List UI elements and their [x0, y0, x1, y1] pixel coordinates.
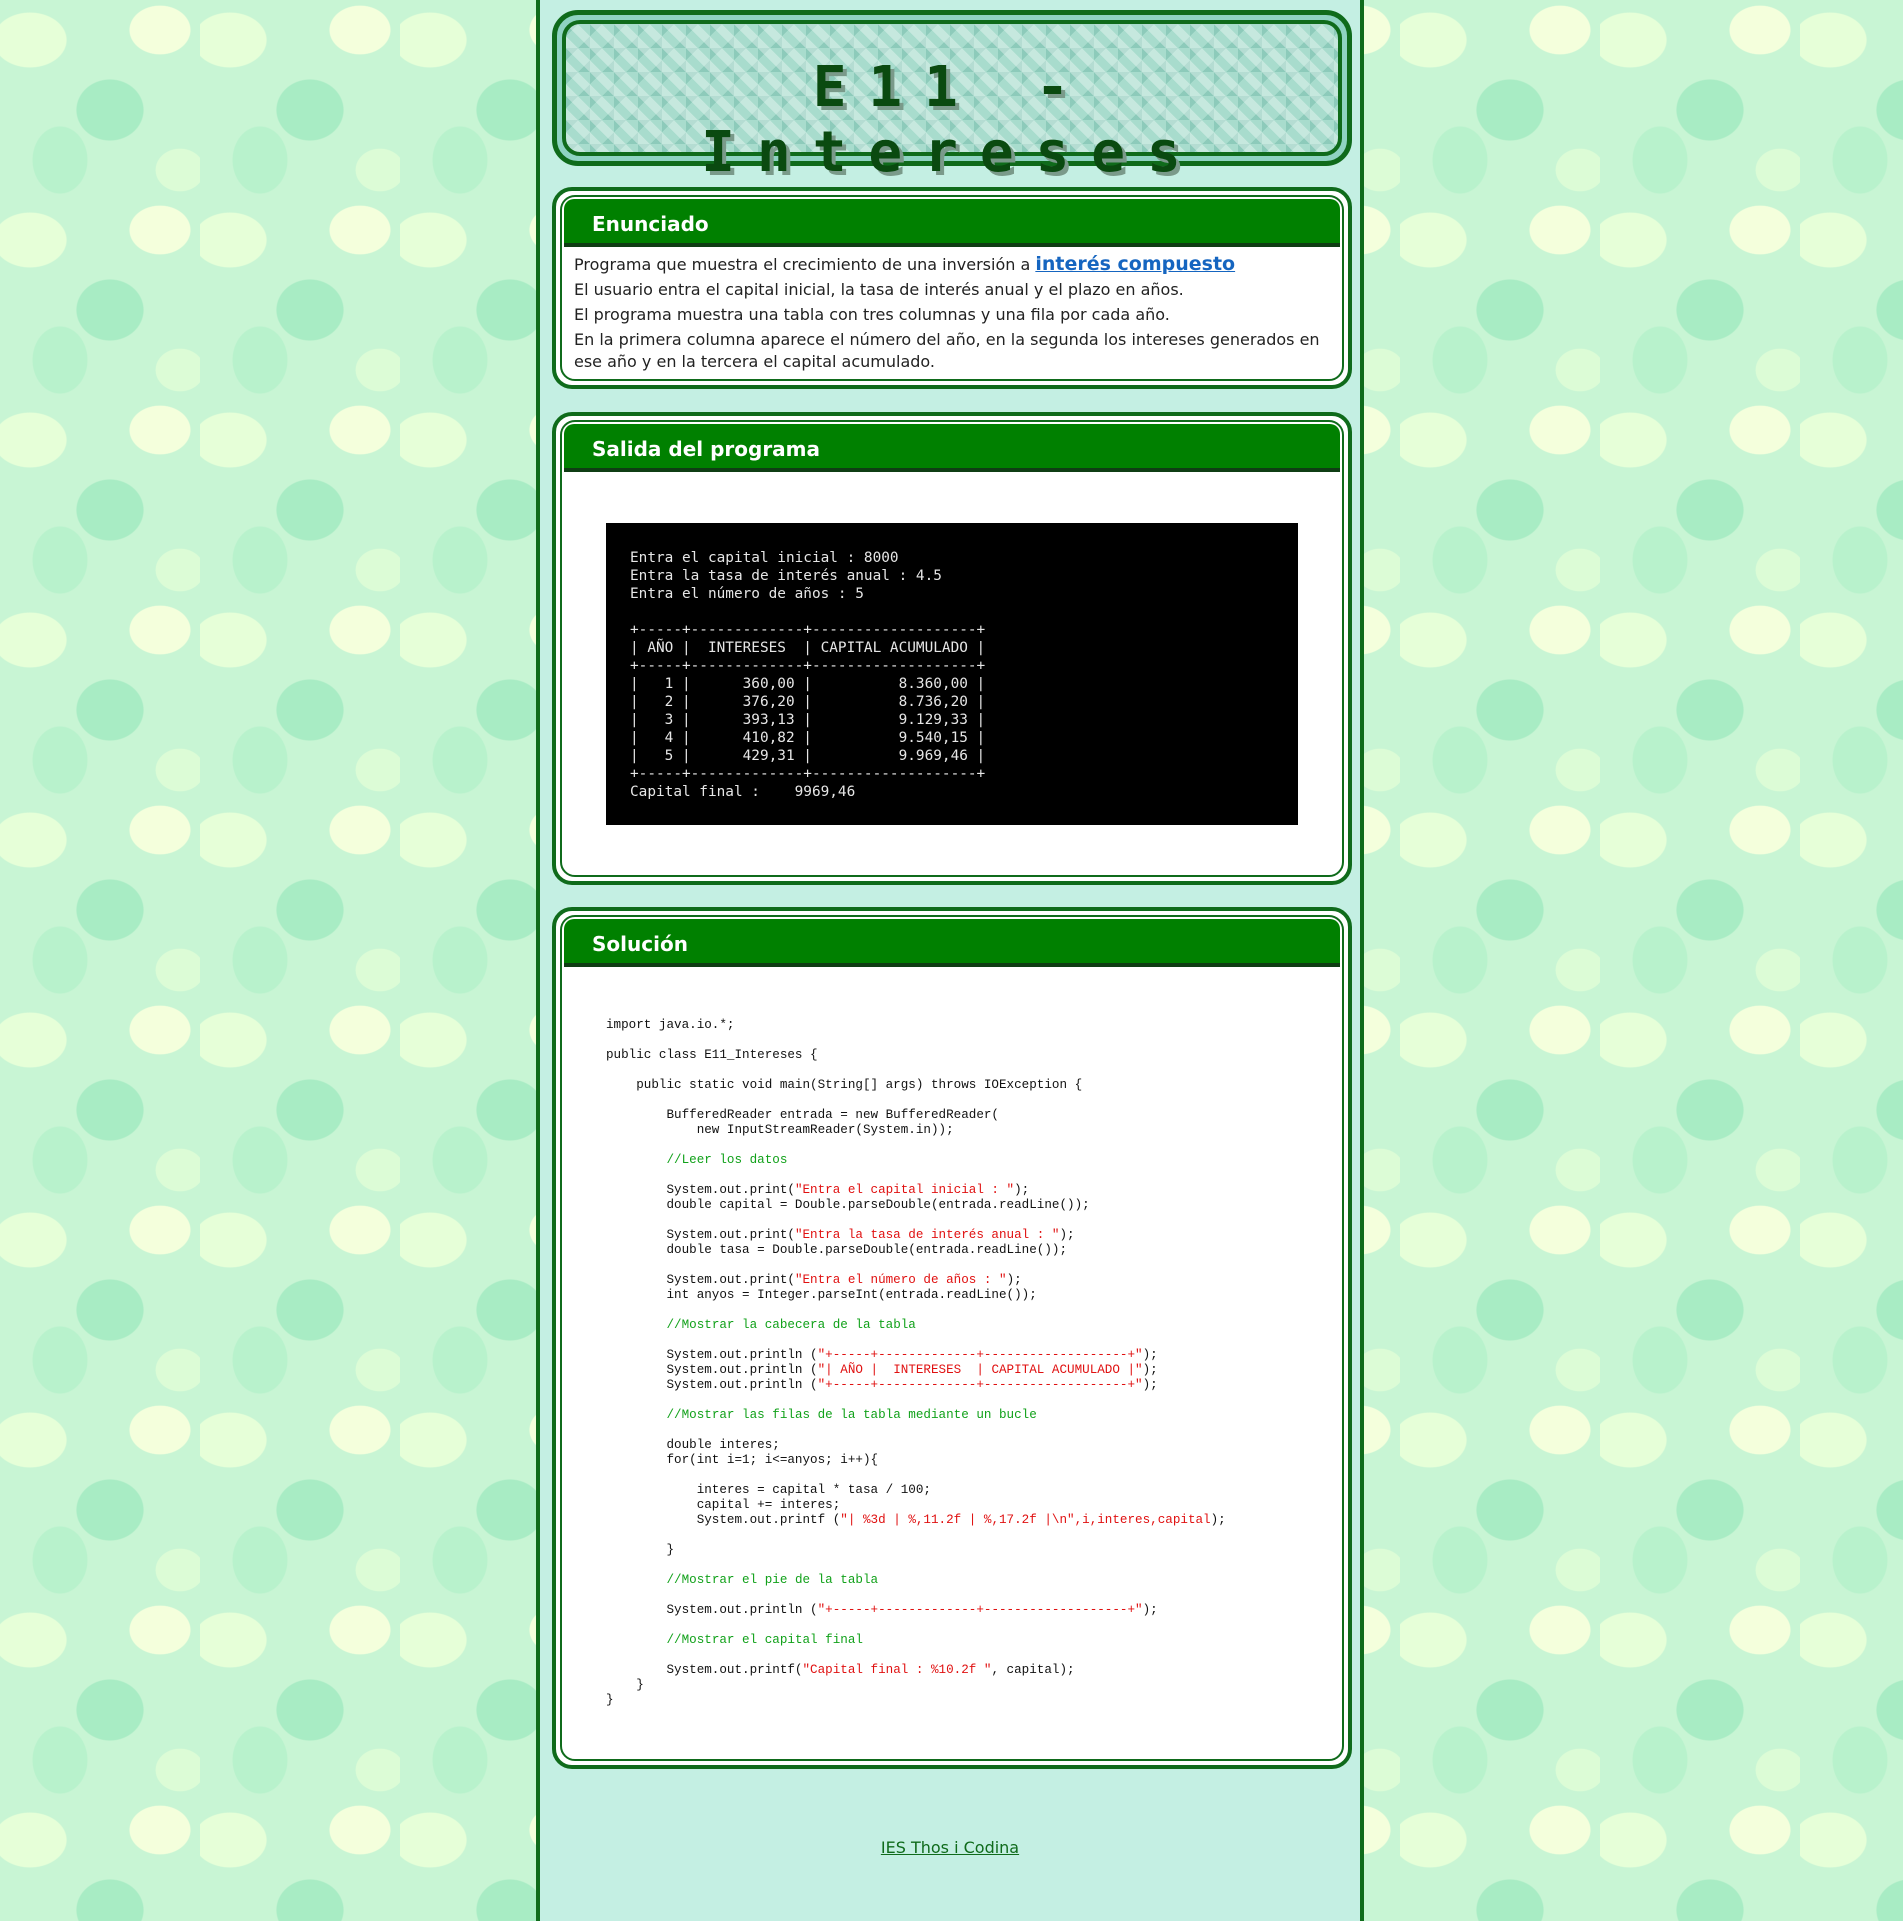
- console-line: Entra el número de años : 5: [630, 586, 864, 602]
- code-line: //Leer los datos: [666, 1153, 788, 1167]
- code-line: System.out.print("Entra el número de año…: [606, 1273, 1022, 1287]
- code-line: System.out.println ("| AÑO | INTERESES |…: [606, 1363, 1158, 1377]
- code-line: //Mostrar el pie de la tabla: [666, 1573, 879, 1587]
- code-line: }: [606, 1693, 614, 1707]
- code-line: }: [606, 1543, 675, 1557]
- console-line: Entra el capital inicial : 8000: [630, 550, 899, 566]
- console-line: | 2 | 376,20 | 8.736,20 |: [630, 694, 986, 710]
- code-line: System.out.print("Entra la tasa de inter…: [606, 1228, 1075, 1242]
- program-output-console: Entra el capital inicial : 8000 Entra la…: [606, 523, 1298, 825]
- solution-code-block: import java.io.*; public class E11_Inter…: [606, 1018, 1226, 1708]
- code-line: //Mostrar las filas de la tabla mediante…: [666, 1408, 1037, 1422]
- code-line: System.out.println ("+-----+------------…: [606, 1348, 1158, 1362]
- code-line: import java.io.*;: [606, 1018, 735, 1032]
- console-line: | 3 | 393,13 | 9.129,33 |: [630, 712, 986, 728]
- page-title: E11 - Intereses: [701, 55, 1203, 185]
- salida-panel: Salida del programa Entra el capital ini…: [552, 412, 1352, 885]
- solucion-panel: Solución import java.io.*; public class …: [552, 907, 1352, 1769]
- code-line: double capital = Double.parseDouble(entr…: [606, 1198, 1090, 1212]
- code-line: double tasa = Double.parseDouble(entrada…: [606, 1243, 1068, 1257]
- enunciado-body: Programa que muestra el crecimiento de u…: [574, 253, 1330, 376]
- code-line: System.out.println ("+-----+------------…: [606, 1378, 1158, 1392]
- console-line: | AÑO | INTERESES | CAPITAL ACUMULADO |: [630, 640, 986, 656]
- code-line: }: [606, 1678, 644, 1692]
- code-line: interes = capital * tasa / 100;: [606, 1483, 931, 1497]
- enunciado-heading: Enunciado: [564, 199, 1340, 247]
- console-line: | 4 | 410,82 | 9.540,15 |: [630, 730, 986, 746]
- code-line: System.out.printf("Capital final : %10.2…: [606, 1663, 1075, 1677]
- interes-compuesto-link[interactable]: interés compuesto: [1035, 253, 1235, 275]
- title-banner: E11 - Intereses: [552, 10, 1352, 185]
- code-line: public static void main(String[] args) t…: [606, 1078, 1083, 1092]
- code-line: capital += interes;: [606, 1498, 841, 1512]
- salida-heading: Salida del programa: [564, 424, 1340, 472]
- footer: IES Thos i Codina: [536, 1838, 1364, 1857]
- enunciado-line-4: En la primera columna aparece el número …: [574, 330, 1320, 371]
- footer-link[interactable]: IES Thos i Codina: [881, 1838, 1019, 1857]
- code-line: //Mostrar el capital final: [666, 1633, 863, 1647]
- code-line: for(int i=1; i<=anyos; i++){: [606, 1453, 879, 1467]
- console-line: Capital final : 9969,46: [630, 784, 856, 800]
- code-line: int anyos = Integer.parseInt(entrada.rea…: [606, 1288, 1037, 1302]
- enunciado-line-1-text: Programa que muestra el crecimiento de u…: [574, 255, 1036, 274]
- console-line: +-----+-------------+-------------------…: [630, 766, 986, 782]
- code-line: double interes;: [606, 1438, 780, 1452]
- console-line: Entra la tasa de interés anual : 4.5: [630, 568, 942, 584]
- console-line: | 5 | 429,31 | 9.969,46 |: [630, 748, 986, 764]
- code-line: System.out.print("Entra el capital inici…: [606, 1183, 1030, 1197]
- enunciado-panel: Enunciado Programa que muestra el crecim…: [552, 187, 1352, 389]
- solucion-heading: Solución: [564, 919, 1340, 967]
- code-line: //Mostrar la cabecera de la tabla: [666, 1318, 916, 1332]
- code-line: System.out.printf ("| %3d | %,11.2f | %,…: [606, 1513, 1226, 1527]
- enunciado-line-1: Programa que muestra el crecimiento de u…: [574, 253, 1330, 276]
- code-line: new InputStreamReader(System.in));: [606, 1123, 954, 1137]
- console-line: +-----+-------------+-------------------…: [630, 622, 986, 638]
- console-line: | 1 | 360,00 | 8.360,00 |: [630, 676, 986, 692]
- code-line: public class E11_Intereses {: [606, 1048, 818, 1062]
- code-line: BufferedReader entrada = new BufferedRea…: [606, 1108, 999, 1122]
- enunciado-line-2: El usuario entra el capital inicial, la …: [574, 280, 1184, 299]
- code-line: System.out.println ("+-----+------------…: [606, 1603, 1158, 1617]
- enunciado-line-3: El programa muestra una tabla con tres c…: [574, 305, 1170, 324]
- console-line: +-----+-------------+-------------------…: [630, 658, 986, 674]
